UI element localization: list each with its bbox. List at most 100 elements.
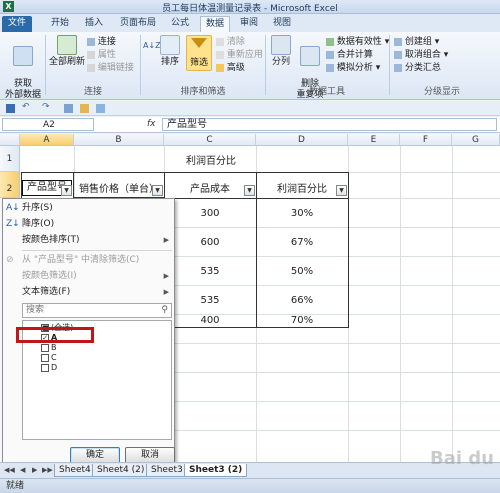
column-header-e[interactable]: E <box>348 134 400 146</box>
menu-text-filter[interactable]: 文本筛选(F) ▶ <box>3 284 174 300</box>
sheet-tab-active[interactable]: Sheet3 (2) <box>184 464 248 477</box>
submenu-arrow-icon: ▶ <box>163 236 169 244</box>
new-icon[interactable] <box>96 104 105 113</box>
cost-cell[interactable]: 535 <box>165 266 255 277</box>
sheet-tab[interactable]: Sheet3 <box>146 464 188 477</box>
profit-cell[interactable]: 50% <box>257 266 347 277</box>
next-sheet-icon[interactable]: ▶ <box>32 466 37 474</box>
select-all-corner[interactable] <box>0 134 20 146</box>
tab-formulas[interactable]: 公式 <box>166 16 194 32</box>
sheet-tab[interactable]: Sheet4 (2) <box>92 464 150 477</box>
formula-bar: A2 fx 产品型号 <box>0 117 500 133</box>
clear-button[interactable]: 清除 <box>216 37 245 48</box>
menu-filter-by-color[interactable]: 按颜色筛选(I) ▶ <box>3 268 174 284</box>
link-icon <box>87 37 95 46</box>
tab-home[interactable]: 开始 <box>46 16 74 32</box>
filter-dropdown-c[interactable]: ▼ <box>244 185 255 196</box>
column-header-a[interactable]: A <box>20 134 74 146</box>
tab-page-layout[interactable]: 页面布局 <box>115 16 161 32</box>
cost-cell[interactable]: 600 <box>165 237 255 248</box>
sort-button[interactable]: 排序 <box>157 35 183 68</box>
list-item-d[interactable]: D <box>41 363 57 373</box>
profit-cell[interactable]: 66% <box>257 295 347 306</box>
name-box[interactable]: A2 <box>2 118 94 131</box>
consolidate-button[interactable]: 合并计算 <box>326 50 373 61</box>
menu-sort-by-color[interactable]: 按颜色排序(T) ▶ <box>3 232 174 248</box>
ungroup-button[interactable]: 取消组合 ▾ <box>394 50 448 61</box>
checkbox[interactable] <box>41 363 49 372</box>
last-sheet-icon[interactable]: ▶▶ <box>42 466 53 474</box>
get-external-data-button[interactable]: 获取 外部数据 <box>4 35 42 101</box>
connections-button[interactable]: 连接 <box>87 37 116 48</box>
cost-cell[interactable]: 535 <box>165 295 255 306</box>
profit-cell[interactable]: 70% <box>257 315 347 326</box>
column-header-b[interactable]: B <box>74 134 164 146</box>
checkbox[interactable] <box>41 343 49 352</box>
header-cell-cost[interactable]: 产品成本 <box>165 180 255 195</box>
save-icon[interactable] <box>6 104 15 113</box>
fx-icon[interactable]: fx <box>147 119 156 129</box>
sort-icon <box>160 35 180 55</box>
title-bar: X 员工每日体温测量记录表 - Microsoft Excel <box>0 0 500 14</box>
undo-icon[interactable]: ↶ <box>22 102 30 112</box>
row-header-1[interactable]: 1 <box>0 146 20 172</box>
sheet-tab[interactable]: Sheet4 <box>54 464 96 477</box>
column-header-g[interactable]: G <box>452 134 500 146</box>
filter-dropdown-a[interactable]: ▼ <box>61 185 72 196</box>
column-header-f[interactable]: F <box>400 134 452 146</box>
what-if-button[interactable]: 模拟分析 ▾ <box>326 63 380 74</box>
menu-sort-descending[interactable]: Z↓ 降序(O) <box>3 216 174 232</box>
advanced-button[interactable]: 高级 <box>216 63 245 74</box>
edit-links-button[interactable]: 编辑链接 <box>87 63 134 74</box>
clear-icon <box>216 37 224 46</box>
sort-ascending-label: 升序(S) <box>22 203 53 213</box>
filter-dropdown-b[interactable]: ▼ <box>152 185 163 196</box>
advanced-label: 高级 <box>226 63 245 73</box>
tab-file[interactable]: 文件 <box>2 16 32 32</box>
header-cell-profit[interactable]: 利润百分比 <box>257 180 347 195</box>
text-to-columns-button[interactable]: 分列 <box>268 35 294 68</box>
filter-search-input[interactable]: 搜索 ⚲ <box>22 303 172 318</box>
clear-filter-label: 从 "产品型号" 中清除筛选(C) <box>22 255 140 265</box>
tab-review[interactable]: 审阅 <box>235 16 263 32</box>
cost-cell[interactable]: 300 <box>165 208 255 219</box>
spelling-icon[interactable] <box>64 104 73 113</box>
subtotal-button[interactable]: 分类汇总 <box>394 63 441 74</box>
profit-cell[interactable]: 67% <box>257 237 347 248</box>
copy-icon[interactable] <box>80 104 89 113</box>
submenu-arrow-icon: ▶ <box>163 288 169 296</box>
menu-sort-ascending[interactable]: A↓ 升序(S) <box>3 200 174 216</box>
redo-icon[interactable]: ↷ <box>42 102 50 112</box>
data-validation-button[interactable]: 数据有效性 ▾ <box>326 37 389 48</box>
consolidate-icon <box>326 50 334 59</box>
column-header-c[interactable]: C <box>164 134 256 146</box>
row-header-2[interactable]: 2 <box>0 172 20 198</box>
profit-cell[interactable]: 30% <box>257 208 347 219</box>
prev-sheet-icon[interactable]: ◀ <box>20 466 25 474</box>
checkbox[interactable] <box>41 353 49 362</box>
funnel-icon <box>191 38 207 48</box>
cost-cell[interactable]: 400 <box>165 315 255 326</box>
first-sheet-icon[interactable]: ◀◀ <box>4 466 15 474</box>
list-item-b[interactable]: B <box>41 343 57 353</box>
column-header-d[interactable]: D <box>256 134 348 146</box>
tab-data[interactable]: 数据 <box>200 16 230 32</box>
refresh-all-button[interactable]: 全部刷新 <box>48 35 86 68</box>
sheet-title[interactable]: 利润百分比 <box>74 152 348 167</box>
group-button[interactable]: 创建组 ▾ <box>394 37 439 48</box>
tab-insert[interactable]: 插入 <box>80 16 108 32</box>
group-sort-filter-label: 排序和筛选 <box>180 87 226 97</box>
filter-button[interactable]: 筛选 <box>186 35 212 71</box>
data-validation-label: 数据有效性 <box>336 37 382 47</box>
header-cell-sale-price[interactable]: 销售价格（单台） <box>75 180 163 195</box>
list-item-label: C <box>51 353 57 362</box>
group-data-tools-label: 数据工具 <box>308 87 345 97</box>
properties-button[interactable]: 属性 <box>87 50 116 61</box>
formula-input[interactable]: 产品型号 <box>162 118 497 131</box>
list-item-c[interactable]: C <box>41 353 57 363</box>
reapply-button[interactable]: 重新应用 <box>216 50 263 61</box>
menu-clear-filter[interactable]: ⊘ 从 "产品型号" 中清除筛选(C) <box>3 252 174 268</box>
filter-dropdown-d[interactable]: ▼ <box>336 185 347 196</box>
refresh-icon <box>57 35 77 55</box>
tab-view[interactable]: 视图 <box>268 16 296 32</box>
